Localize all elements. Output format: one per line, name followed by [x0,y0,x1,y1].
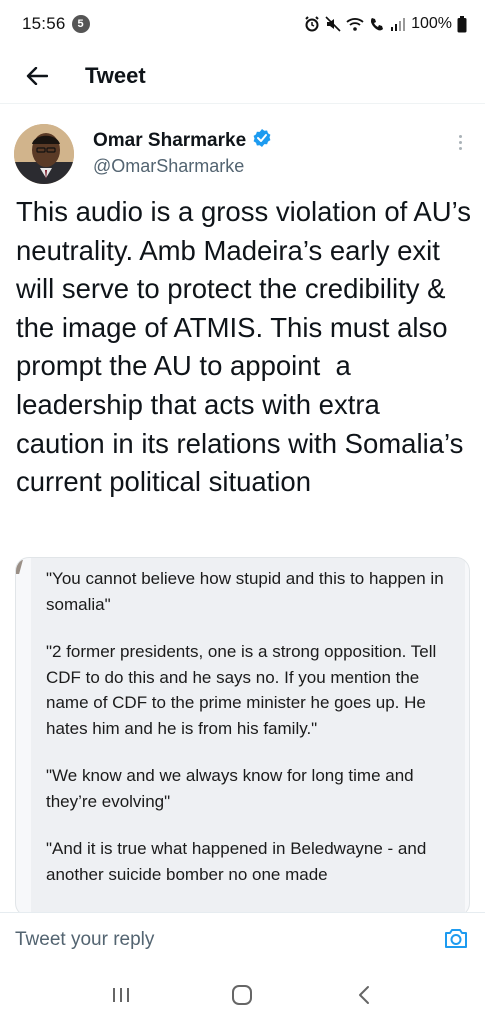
more-dot [458,134,462,138]
tweet-text: This audio is a gross violation of AU’s … [16,196,479,498]
media-paragraph: "You cannot believe how stupid and this … [46,569,449,614]
status-time: 15:56 [22,14,66,33]
home-button[interactable] [222,975,262,1015]
back-icon [359,986,370,1004]
media-text: "You cannot believe how stupid and this … [46,566,457,909]
status-icons: 100% [304,15,467,33]
alarm-icon [304,16,320,32]
media-paragraph: "2 former presidents, one is a strong op… [46,642,442,738]
wifi-icon [346,16,364,32]
page-title: Tweet [85,62,146,88]
tweet-author: Omar Sharmarke @OmarSharmarke [14,120,474,190]
author-name[interactable]: Omar Sharmarke [93,130,246,152]
reply-bar: Tweet your reply [0,912,485,966]
status-bar: 15:56 5 100% [0,0,485,48]
home-icon [232,985,253,1005]
call-signal-icon [369,16,385,32]
media-edge-mark [16,560,23,574]
app-header: Tweet [0,48,485,104]
camera-button[interactable] [443,925,469,951]
mute-icon [325,16,341,32]
arrow-left-icon [26,66,48,85]
tweet-media[interactable]: "You cannot believe how stupid and this … [15,557,470,917]
system-nav-bar [0,966,485,1024]
recents-button[interactable] [101,975,141,1015]
verified-badge-icon [252,128,272,153]
avatar[interactable] [14,124,74,184]
reply-input[interactable]: Tweet your reply [15,929,154,951]
nav-back-button[interactable] [344,975,384,1015]
more-dot [458,140,462,144]
media-paragraph: "And it is true what happened in Beledwa… [46,839,432,884]
notification-count-badge: 5 [71,15,90,33]
more-options-button[interactable] [450,130,470,154]
media-paragraph: "We know and we always know for long tim… [46,766,419,811]
signal-icon [390,16,406,32]
author-name-row: Omar Sharmarke [93,128,272,153]
back-button[interactable] [22,61,52,91]
author-handle[interactable]: @OmarSharmarke [93,156,244,177]
battery-percent: 100% [411,15,452,32]
more-dot [458,146,462,150]
camera-icon [445,929,467,948]
battery-icon [457,15,467,33]
recents-icon [112,988,129,1002]
